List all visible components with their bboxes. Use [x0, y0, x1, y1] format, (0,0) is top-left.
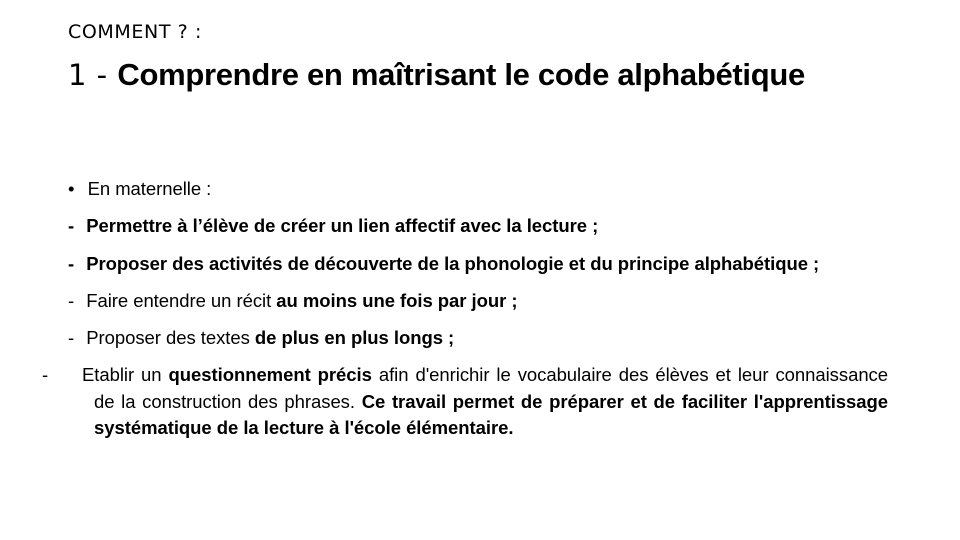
intro-label: En maternelle :: [87, 178, 212, 199]
list-item-text-tail: alphabétique ;: [694, 252, 820, 274]
title-main-text: Comprendre en maîtrisant le code alphabé…: [117, 56, 805, 92]
list-item-text: Permettre à l’élève de créer un lien aff…: [86, 215, 599, 237]
dash-marker-icon: -: [68, 252, 75, 274]
list-item: - Faire entendre un récit au moins une f…: [68, 288, 888, 314]
title-number-prefix: 1 -: [68, 57, 118, 92]
page-title: 1 - Comprendre en maîtrisant le code alp…: [68, 55, 898, 94]
slide-eyebrow: COMMENT ? :: [68, 21, 202, 43]
title-block: COMMENT ? : 1 - Comprendre en maîtrisant…: [68, 21, 898, 94]
list-item-text: Etablir un: [81, 364, 169, 386]
list-item-emphasis: questionnement précis: [168, 364, 372, 386]
dash-marker-icon: -: [68, 327, 75, 349]
list-item-emphasis: au moins une fois par jour ;: [276, 289, 518, 311]
dash-marker-icon: -: [68, 289, 75, 311]
list-item-emphasis: de plus en plus longs ;: [254, 327, 455, 349]
list-item-text: Faire entendre un récit: [86, 289, 277, 311]
slide-canvas: COMMENT ? : 1 - Comprendre en maîtrisant…: [0, 0, 960, 540]
list-item-text: Proposer des activités de découverte de …: [86, 252, 690, 274]
body-content: • En maternelle : - Permettre à l’élève …: [42, 176, 889, 441]
dash-marker-icon: -: [68, 215, 75, 237]
list-item: - Permettre à l’élève de créer un lien a…: [68, 213, 888, 239]
list-item-text-tail: l'école élémentaire.: [344, 416, 514, 438]
bullet-dot-icon: •: [68, 178, 75, 199]
list-item: - Proposer des activités de découverte d…: [68, 251, 888, 277]
list-item: - Proposer des textes de plus en plus lo…: [68, 325, 888, 351]
list-item: - Etablir un questionnement précis afin …: [42, 364, 889, 438]
list-item-text: Proposer des textes: [86, 327, 255, 349]
list-item-intro: • En maternelle :: [68, 176, 888, 202]
